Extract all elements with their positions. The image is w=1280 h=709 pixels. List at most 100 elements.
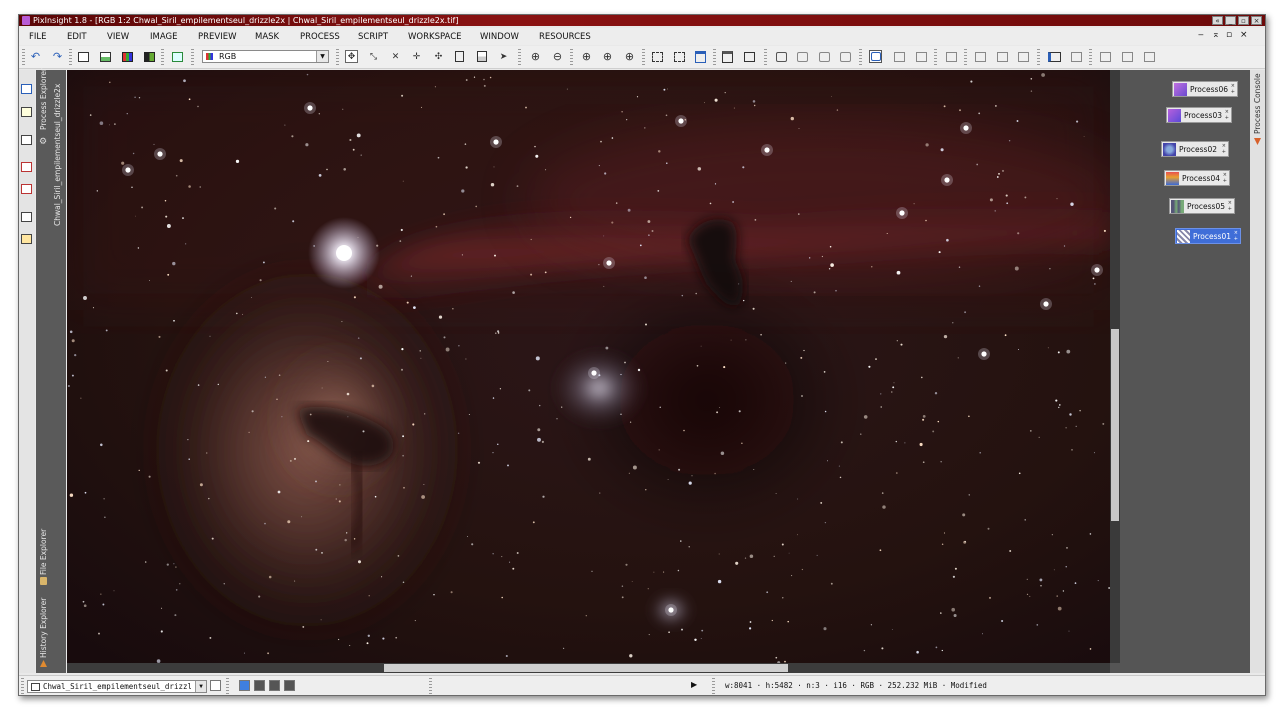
- preview-icon[interactable]: [21, 184, 32, 194]
- menu-script[interactable]: SCRIPT: [358, 32, 388, 42]
- move-icon[interactable]: ✣: [432, 50, 445, 63]
- process-icon-process02[interactable]: Process02 × +: [1161, 141, 1229, 157]
- mask-invert-icon[interactable]: [839, 50, 852, 63]
- luminance-icon[interactable]: [143, 50, 156, 63]
- tab-file-explorer[interactable]: File Explorer: [39, 529, 48, 575]
- tab-process-console[interactable]: Process Console: [1253, 73, 1262, 134]
- horizontal-scroll-thumb[interactable]: [384, 664, 788, 672]
- mask-enable-icon[interactable]: [796, 50, 809, 63]
- zoom-1-2-icon[interactable]: ⊕: [601, 50, 614, 63]
- menu-resources[interactable]: RESOURCES: [539, 32, 591, 42]
- redo-icon[interactable]: ↷: [51, 50, 64, 63]
- tab-history-explorer[interactable]: History Explorer: [39, 598, 48, 658]
- rgb-channel-icon[interactable]: [121, 50, 134, 63]
- workspace-2-icon[interactable]: [1121, 50, 1134, 63]
- menu-mask[interactable]: MASK: [255, 32, 279, 42]
- toolbar-grip[interactable]: [642, 49, 645, 65]
- new-window-icon[interactable]: [21, 212, 32, 222]
- channel-g-button[interactable]: [269, 680, 280, 691]
- star-mask-icon[interactable]: [21, 162, 32, 172]
- mdi-close-button[interactable]: ×: [1240, 30, 1248, 40]
- toolbar-grip[interactable]: [964, 49, 967, 65]
- workspace-1-icon[interactable]: [1099, 50, 1112, 63]
- channel-r-button[interactable]: [254, 680, 265, 691]
- menu-window[interactable]: WINDOW: [480, 32, 519, 42]
- toolbar-grip[interactable]: [713, 49, 716, 65]
- toolbar-grip[interactable]: [191, 49, 194, 65]
- close-icon[interactable]: × +: [1222, 143, 1226, 155]
- zoom-mode-icon[interactable]: ⤡: [367, 50, 380, 63]
- close-icon[interactable]: × +: [1223, 172, 1227, 184]
- toolbar-grip[interactable]: [1037, 49, 1040, 65]
- window-icon[interactable]: [21, 135, 32, 145]
- toolbar-grip[interactable]: [570, 49, 573, 65]
- preview-store-icon[interactable]: [945, 50, 958, 63]
- chevron-down-icon[interactable]: ▼: [195, 681, 206, 692]
- new-image-icon[interactable]: [77, 50, 90, 63]
- fit-view-icon[interactable]: [651, 50, 664, 63]
- collapse-button[interactable]: «: [1212, 16, 1223, 25]
- preview-new-icon[interactable]: [893, 50, 906, 63]
- menu-edit[interactable]: EDIT: [67, 32, 87, 42]
- channel-rgb-button[interactable]: [239, 680, 250, 691]
- close-icon[interactable]: × +: [1225, 109, 1229, 121]
- toolbar-grip[interactable]: [336, 49, 339, 65]
- toolbar-grip[interactable]: [764, 49, 767, 65]
- preview-reset-icon[interactable]: [915, 50, 928, 63]
- zoom-fit-icon[interactable]: ⊕: [623, 50, 636, 63]
- zoom-in-icon[interactable]: ⊕: [529, 50, 542, 63]
- close-button[interactable]: ×: [1251, 16, 1262, 25]
- dynamic-crop-icon[interactable]: [475, 50, 488, 63]
- zoom-out-icon[interactable]: ⊖: [551, 50, 564, 63]
- toolbar-grip[interactable]: [934, 49, 937, 65]
- image-window-icon[interactable]: [721, 50, 734, 63]
- image-icon[interactable]: [21, 107, 32, 117]
- statusbar-grip[interactable]: [429, 678, 432, 694]
- horizontal-scrollbar[interactable]: [67, 663, 1110, 673]
- zoom-actual-icon[interactable]: [673, 50, 686, 63]
- tab-process-explorer[interactable]: Process Explorer: [39, 68, 48, 130]
- workspace-3-icon[interactable]: [1143, 50, 1156, 63]
- zoom-1-1-icon[interactable]: ⊕: [580, 50, 593, 63]
- image-canvas[interactable]: [67, 70, 1110, 663]
- monitor-icon[interactable]: [21, 84, 32, 94]
- console-toggle-icon[interactable]: [1070, 50, 1083, 63]
- menu-view[interactable]: VIEW: [107, 32, 129, 42]
- stf-auto-icon[interactable]: [869, 50, 882, 63]
- toolbar-grip[interactable]: [518, 49, 521, 65]
- toolbar-grip[interactable]: [161, 49, 164, 65]
- window-fit-icon[interactable]: [694, 50, 707, 63]
- maximize-button[interactable]: ▫: [1238, 16, 1249, 25]
- minimize-button[interactable]: _: [1225, 16, 1236, 25]
- process-icon-process04[interactable]: Process04 × +: [1164, 170, 1230, 186]
- tab-image-view[interactable]: Chwal_Siril_empilementseul_drizzle2x: [53, 84, 62, 226]
- statusbar-grip[interactable]: [712, 678, 715, 694]
- menu-process[interactable]: PROCESS: [300, 32, 340, 42]
- process-icon-process01[interactable]: Process01 × +: [1175, 228, 1241, 244]
- process-icon-process05[interactable]: Process05 × +: [1169, 198, 1235, 214]
- channel-b-button[interactable]: [284, 680, 295, 691]
- open-icon[interactable]: [99, 50, 112, 63]
- settings-window-icon[interactable]: [21, 234, 32, 244]
- readout-mode-icon[interactable]: ✥: [345, 50, 358, 63]
- mask-show-icon[interactable]: [818, 50, 831, 63]
- toolbar-grip[interactable]: [69, 49, 72, 65]
- close-icon[interactable]: × +: [1228, 200, 1232, 212]
- color-mode-select[interactable]: RGB ▼: [202, 50, 329, 63]
- preview-mode-icon[interactable]: [453, 50, 466, 63]
- mdi-maximize-button[interactable]: ▫: [1226, 30, 1232, 40]
- mdi-minimize-button[interactable]: ‒: [1198, 30, 1204, 40]
- process-icon-process03[interactable]: Process03 × +: [1166, 107, 1232, 123]
- mdi-restore-button[interactable]: ⌅: [1212, 30, 1220, 40]
- pointer-icon[interactable]: ➤: [497, 50, 510, 63]
- chevron-down-icon[interactable]: ▼: [316, 51, 328, 62]
- undo-icon[interactable]: ↶: [29, 50, 42, 63]
- close-icon[interactable]: × +: [1231, 83, 1235, 95]
- vertical-scrollbar[interactable]: [1110, 70, 1120, 673]
- menu-workspace[interactable]: WORKSPACE: [408, 32, 462, 42]
- play-icon[interactable]: ▶: [691, 680, 697, 689]
- view-selector[interactable]: Chwal_Siril_empilementseul_drizzle2x ▼: [27, 680, 207, 693]
- vertical-scroll-thumb[interactable]: [1111, 329, 1119, 521]
- statusbar-grip[interactable]: [21, 678, 24, 694]
- toolbar-grip[interactable]: [22, 49, 25, 65]
